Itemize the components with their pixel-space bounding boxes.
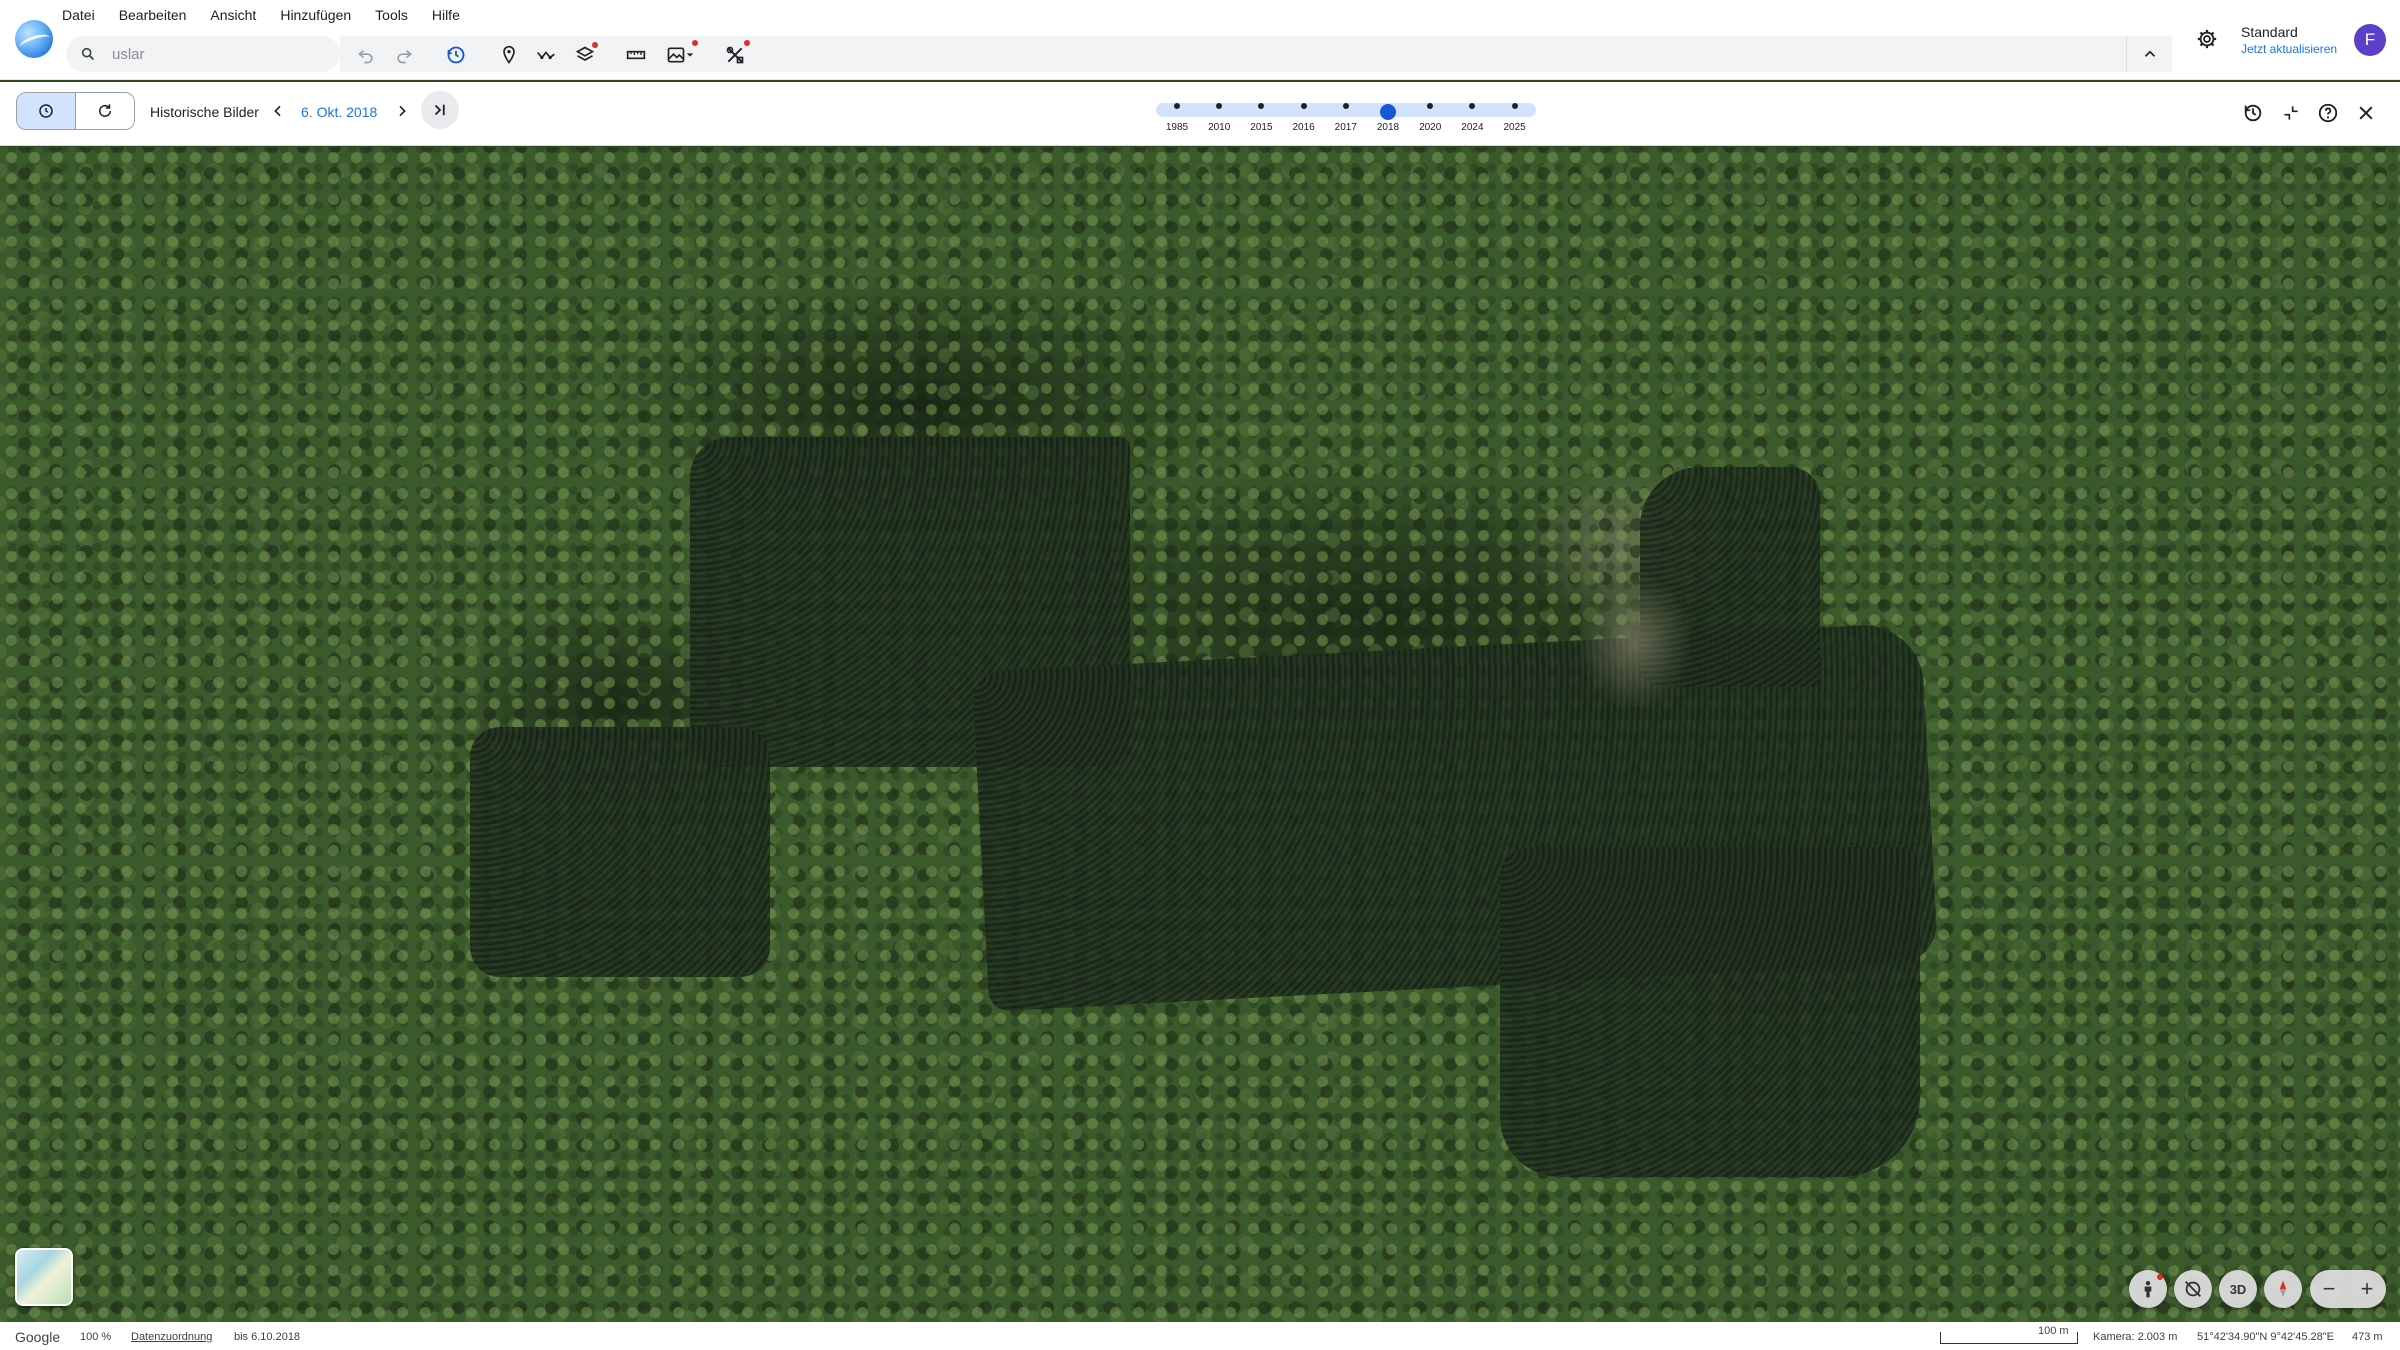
avatar[interactable]: F [2354,24,2386,56]
menu-datei[interactable]: Datei [62,6,105,26]
elevation: 473 m [2352,1331,2383,1343]
zoom-in-button[interactable]: + [2348,1270,2386,1308]
google-logo: Google [15,1329,61,1345]
imagery-date[interactable]: 6. Okt. 2018 [301,104,377,120]
map-style-thumbnail[interactable] [15,1248,73,1306]
satellite-map-view[interactable] [0,147,2400,1322]
refresh-icon [98,104,111,117]
compass-icon[interactable] [2264,1270,2302,1308]
next-date-button[interactable] [392,100,412,122]
redo-icon[interactable] [391,42,417,68]
history-icon [39,104,53,118]
layers-icon[interactable] [572,42,598,68]
collapse-icon[interactable] [2278,100,2304,126]
help-icon[interactable] [2315,100,2341,126]
status-bar: Google 100 % Datenzuordnung bis 6.10.201… [0,1322,2400,1350]
image-overlay-icon[interactable] [662,40,698,68]
collapse-toolbar-button[interactable] [2126,36,2172,72]
search-input[interactable] [112,44,322,64]
zoom-controls: − + [2310,1270,2386,1308]
notification-dot [592,42,598,48]
settings-tool-icon[interactable] [722,40,750,68]
undo-icon[interactable] [353,42,379,68]
placemark-icon[interactable] [496,42,522,68]
jump-to-latest-button[interactable] [421,91,459,129]
previous-date-button[interactable] [268,100,288,122]
timeline-year-label: 1985 [1165,122,1189,133]
timeline-dot-1985[interactable] [1174,103,1180,109]
notification-dot [744,40,750,46]
settings-gear-icon[interactable] [2194,26,2220,52]
historical-imagery-label: Historische Bilder [150,104,259,120]
top-app-bar: Datei Bearbeiten Ansicht Hinzufügen Tool… [0,0,2400,80]
zoom-out-button[interactable]: − [2310,1270,2348,1308]
search-box [66,36,340,72]
three-d-button[interactable]: 3D [2219,1270,2257,1308]
close-icon[interactable] [2353,100,2379,126]
forest-clearing [1580,577,1690,707]
timeline-year-label: 2018 [1376,122,1400,133]
timeline-year-label: 2015 [1250,122,1273,133]
toolbar [340,36,2128,72]
attribution-link[interactable]: Datenzuordnung [131,1331,212,1343]
historical-mode-button[interactable] [17,93,76,129]
menu-ansicht[interactable]: Ansicht [210,6,266,26]
camera-altitude: Kamera: 2.003 m [2093,1331,2178,1343]
tilt-toggle-icon[interactable] [2174,1270,2212,1308]
pegman-icon[interactable] [2129,1270,2167,1308]
timeline-year-label: 2017 [1334,122,1357,133]
notification-dot [692,40,698,46]
timeline-selected-marker[interactable] [1380,104,1396,120]
search-icon[interactable] [80,46,96,62]
notification-dot [2157,1274,2163,1280]
conifer-stand [1500,847,1920,1177]
timeline-year-label: 2024 [1461,122,1484,133]
menu-bearbeiten[interactable]: Bearbeiten [119,6,197,26]
chevron-right-icon [399,105,406,117]
imagery-date-range: bis 6.10.2018 [234,1331,301,1343]
menu-bar: Datei Bearbeiten Ansicht Hinzufügen Tool… [62,6,484,26]
menu-hinzufuegen[interactable]: Hinzufügen [280,6,361,26]
timeline-year-label: 2025 [1503,122,1526,133]
chevron-left-icon [274,105,281,117]
profile-name: Standard [2241,24,2298,40]
path-icon[interactable] [533,42,559,68]
timeline-year-label: 2016 [1292,122,1315,133]
timeline-dot-2025[interactable] [1511,103,1518,109]
ruler-icon[interactable] [623,42,649,68]
update-now-link[interactable]: Jetzt aktualisieren [2241,42,2337,56]
current-mode-button[interactable] [75,93,134,129]
skip-to-end-icon [434,104,445,116]
chevron-up-icon [2144,50,2155,57]
menu-hilfe[interactable]: Hilfe [432,6,470,26]
history-clock-icon[interactable] [2240,100,2266,126]
imagery-mode-toggle [16,92,135,130]
timeline-year-label: 2010 [1208,122,1231,133]
coordinates: 51°42'34.90"N 9°42'45.28"E [2197,1331,2335,1343]
earth-logo-icon[interactable] [15,20,53,58]
menu-tools[interactable]: Tools [375,6,418,26]
scale-label: 100 m [2038,1325,2069,1337]
timeline-dot-2017[interactable] [1342,103,1349,109]
timeline-dot-2016[interactable] [1300,103,1307,109]
zoom-level: 100 % [80,1331,112,1343]
conifer-stand [470,727,770,977]
timeline-year-label: 2020 [1419,122,1442,133]
historical-imagery-icon[interactable] [443,42,469,68]
